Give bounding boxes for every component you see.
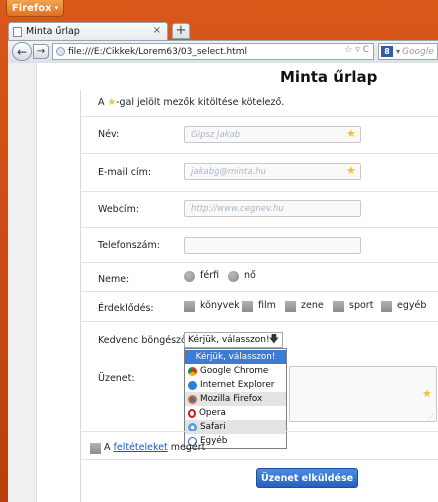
resize-handle-icon[interactable]: ⋰ (427, 413, 434, 421)
browser-select[interactable]: Kérjük, válasszon! 🡇 (184, 332, 283, 348)
name-label: Név: (98, 129, 120, 140)
name-input[interactable]: Gipsz Jakab (184, 126, 361, 143)
checkbox-film-label: film (258, 300, 276, 311)
internet-explorer-icon (188, 380, 197, 390)
dropdown-option-chrome[interactable]: Google Chrome (185, 364, 286, 378)
required-star-icon: ★ (346, 164, 356, 177)
required-star-icon: ★ (422, 387, 432, 400)
search-bar[interactable]: 8 ▾ Google (378, 43, 438, 60)
checkbox-konyvek-label: könyvek (200, 300, 240, 311)
checkbox-sport[interactable] (333, 301, 344, 312)
firefox-icon (188, 394, 197, 404)
tab-minta-urlap[interactable]: Minta űrlap × (8, 22, 168, 40)
divider (80, 321, 438, 322)
required-note: A ★-gal jelölt mezők kitöltése kötelező. (98, 97, 285, 108)
dropdown-arrow-icon: 🡇 (268, 334, 279, 345)
firefox-menu-label: Firefox (11, 2, 52, 14)
divider (80, 116, 438, 117)
message-label: Üzenet: (98, 373, 135, 384)
close-tab-icon[interactable]: × (153, 25, 161, 36)
divider (80, 262, 438, 263)
divider (80, 291, 438, 292)
back-button[interactable]: ← (12, 42, 32, 61)
url-text: file:///E:/Cikkek/Lorem63/03_select.html (68, 46, 247, 57)
gender-label: Neme: (98, 274, 130, 285)
page-icon (13, 26, 22, 37)
globe-icon (56, 47, 65, 56)
phone-label: Telefonszám: (98, 240, 160, 251)
required-star-icon: ★ (346, 127, 356, 140)
new-tab-button[interactable]: + (172, 23, 190, 39)
radio-ferfi-label: férfi (200, 270, 220, 281)
message-textarea[interactable]: ★ ⋰ (289, 366, 437, 422)
phone-input[interactable] (184, 237, 361, 254)
checkbox-egyeb[interactable] (381, 301, 392, 312)
tab-title: Minta űrlap (26, 26, 80, 37)
checkbox-film[interactable] (242, 301, 253, 312)
submit-button[interactable]: Üzenet elküldése (256, 468, 358, 488)
terms-checkbox[interactable] (90, 443, 101, 454)
navigation-toolbar: ← → file:///E:/Cikkek/Lorem63/03_select.… (8, 40, 438, 64)
star-icon: ★ (107, 97, 117, 108)
opera-icon (188, 408, 196, 418)
web-input[interactable]: http://www.cegnev.hu (184, 200, 361, 217)
page-title: Minta űrlap (280, 68, 378, 86)
divider (80, 459, 438, 460)
left-rail (8, 63, 37, 502)
interests-label: Érdeklődés: (98, 303, 154, 314)
checkbox-konyvek[interactable] (184, 301, 195, 312)
dropdown-option-opera[interactable]: Opera (185, 406, 286, 420)
divider (80, 153, 438, 154)
dropdown-option-ie[interactable]: Internet Explorer (185, 378, 286, 392)
search-engine-icon[interactable]: 8 (381, 46, 393, 57)
bookmark-star-icon[interactable]: ☆ ▿ C (344, 45, 369, 55)
firefox-menu-button[interactable]: Firefox ▾ (6, 0, 64, 17)
terms-text: A feltételeket megért (104, 442, 206, 453)
forward-button[interactable]: → (33, 44, 49, 59)
divider (80, 191, 438, 192)
checkbox-zene[interactable] (285, 301, 296, 312)
email-input[interactable]: jakabg@minta.hu (184, 163, 361, 180)
dropdown-option-placeholder[interactable]: Kérjük, válasszon! (185, 350, 286, 364)
divider (80, 431, 438, 432)
dropdown-option-firefox[interactable]: Mozilla Firefox (185, 392, 286, 406)
tab-bar: Minta űrlap × + (8, 22, 438, 40)
radio-ferfi[interactable] (184, 271, 195, 282)
checkbox-egyeb-label: egyéb (397, 300, 427, 311)
terms-link[interactable]: feltételeket (114, 442, 168, 453)
divider (80, 227, 438, 228)
browser-frame: Firefox ▾ Minta űrlap × + ← → file:///E:… (0, 0, 438, 502)
chrome-icon (188, 366, 197, 376)
search-placeholder: Google (402, 46, 434, 57)
radio-no[interactable] (228, 271, 239, 282)
url-bar[interactable]: file:///E:/Cikkek/Lorem63/03_select.html… (52, 43, 374, 60)
email-label: E-mail cím: (98, 167, 152, 178)
chevron-down-icon: ▾ (54, 4, 59, 12)
checkbox-zene-label: zene (301, 300, 324, 311)
browser-select-value: Kérjük, válasszon! (188, 335, 270, 345)
radio-no-label: nő (244, 270, 256, 281)
checkbox-sport-label: sport (349, 300, 374, 311)
browser-dropdown-list: Kérjük, válasszon! Google Chrome Interne… (184, 348, 287, 449)
web-label: Webcím: (98, 204, 140, 215)
page-content: Minta űrlap A ★-gal jelölt mezők kitölté… (8, 63, 438, 502)
